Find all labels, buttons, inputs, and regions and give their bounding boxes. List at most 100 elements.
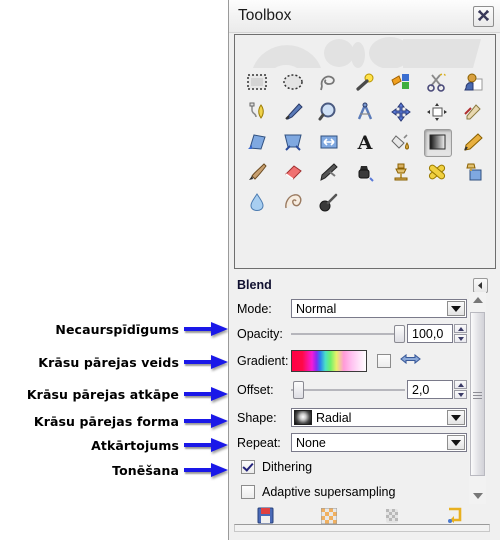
tool-palette: A: [234, 34, 496, 269]
chevron-down-icon[interactable]: [447, 301, 465, 316]
annotation-shape: Krāsu pārejas forma: [34, 412, 228, 430]
annotation-label-offset: Krāsu pārejas atkāpe: [26, 386, 179, 402]
annotation-arrow-shape: [184, 414, 228, 428]
chevron-down-icon[interactable]: [447, 410, 465, 425]
wilber-watermark-icon: [235, 35, 495, 68]
annotation-label-dithering: Tonēšana: [112, 462, 179, 478]
ellipse-select-tool[interactable]: [275, 67, 311, 97]
annotation-offset: Krāsu pārejas atkāpe: [27, 385, 228, 403]
heal-tool[interactable]: [419, 157, 455, 187]
chevron-down-icon[interactable]: [447, 435, 465, 450]
svg-text:A: A: [357, 132, 373, 152]
annotation-label-opacity: Necaurspīdīgums: [55, 321, 179, 337]
shape-value: Radial: [316, 410, 352, 425]
opacity-stepper[interactable]: [454, 324, 467, 343]
gradient-row: Gradient:: [237, 348, 467, 374]
paths-tool[interactable]: [239, 97, 275, 127]
blend-options-panel: Blend Mode: Normal Opacity: 100,0 Gradie…: [232, 276, 498, 538]
annotation-arrow-dithering: [184, 463, 228, 477]
offset-slider-thumb[interactable]: [293, 380, 304, 399]
annotation-label-repeat: Atkārtojums: [91, 437, 179, 453]
mode-combobox[interactable]: Normal: [291, 299, 467, 318]
repeat-combobox[interactable]: None: [291, 433, 467, 452]
annotation-opacity: Necaurspīdīgums: [55, 320, 228, 338]
scroll-up-arrow-icon[interactable]: [469, 292, 486, 308]
eraser-tool[interactable]: [275, 157, 311, 187]
text-tool[interactable]: A: [347, 127, 383, 157]
offset-slider[interactable]: [291, 380, 405, 399]
scrollbar-thumb[interactable]: [470, 312, 485, 476]
free-select-tool[interactable]: [311, 67, 347, 97]
reverse-arrows-icon[interactable]: [400, 352, 421, 371]
mode-value: Normal: [296, 301, 337, 316]
repeat-row: Repeat: None: [237, 432, 467, 453]
dithering-label: Dithering: [262, 460, 313, 474]
gradient-preview[interactable]: [291, 350, 367, 372]
clone-tool[interactable]: [383, 157, 419, 187]
dodge-burn-tool[interactable]: [311, 187, 347, 217]
annotation-repeat: Atkārtojums: [91, 436, 228, 454]
ink-tool[interactable]: [347, 157, 383, 187]
stepper-down-icon[interactable]: [454, 334, 467, 343]
rotate-tool[interactable]: [239, 127, 275, 157]
opacity-row: Opacity: 100,0: [237, 323, 467, 344]
color-picker-tool[interactable]: [275, 97, 311, 127]
select-by-color-tool[interactable]: [383, 67, 419, 97]
opacity-slider[interactable]: [291, 324, 405, 343]
perspective-clone-tool[interactable]: [455, 157, 491, 187]
gradient-label: Gradient:: [237, 354, 289, 368]
blur-sharpen-tool[interactable]: [239, 187, 275, 217]
screenshot-root: Necaurspīdīgums Krāsu pārejas veids Krās…: [0, 0, 500, 540]
adaptive-supersampling-checkbox[interactable]: [241, 485, 255, 499]
annotation-label-gradient: Krāsu pārejas veids: [38, 354, 179, 370]
stepper-up-icon[interactable]: [454, 324, 467, 333]
close-icon[interactable]: [473, 6, 494, 27]
adaptive-supersampling-label: Adaptive supersampling: [262, 485, 396, 499]
opacity-slider-thumb[interactable]: [394, 324, 405, 343]
zoom-tool[interactable]: [311, 97, 347, 127]
rect-select-tool[interactable]: [239, 67, 275, 97]
dithering-row[interactable]: Dithering: [241, 460, 312, 474]
measure-tool[interactable]: [347, 97, 383, 127]
stepper-up-icon[interactable]: [454, 380, 467, 389]
annotation-arrow-repeat: [184, 438, 228, 452]
opacity-label: Opacity:: [237, 326, 283, 341]
opacity-value: 100,0: [412, 326, 444, 341]
gradient-reverse-checkbox[interactable]: [377, 354, 391, 368]
fuzzy-select-tool[interactable]: [347, 67, 383, 97]
scissors-select-tool[interactable]: [419, 67, 455, 97]
window-title: Toolbox: [238, 7, 292, 24]
offset-value-field[interactable]: 2,0: [407, 380, 453, 399]
scale-tool[interactable]: [275, 127, 311, 157]
scroll-down-arrow-icon[interactable]: [469, 488, 486, 504]
collapse-left-icon[interactable]: [473, 278, 488, 293]
smudge-tool[interactable]: [275, 187, 311, 217]
move-tool[interactable]: [383, 97, 419, 127]
shape-label: Shape:: [237, 410, 277, 425]
paintbrush-tool[interactable]: [239, 157, 275, 187]
dithering-checkbox[interactable]: [241, 460, 255, 474]
panel-heading: Blend: [237, 278, 272, 292]
shear-tool[interactable]: [311, 127, 347, 157]
annotation-label-shape: Krāsu pārejas forma: [33, 413, 179, 429]
offset-value: 2,0: [412, 382, 430, 397]
adaptive-supersampling-row[interactable]: Adaptive supersampling: [241, 485, 395, 499]
align-tool[interactable]: [419, 97, 455, 127]
panel-bottom-divider: [234, 524, 490, 532]
mode-row: Mode: Normal: [237, 298, 467, 319]
opacity-value-field[interactable]: 100,0: [407, 324, 453, 343]
options-scrollbar[interactable]: [469, 292, 486, 504]
shape-row: Shape: Radial: [237, 407, 467, 428]
shape-combobox[interactable]: Radial: [291, 408, 467, 427]
offset-stepper[interactable]: [454, 380, 467, 399]
bucket-fill-tool[interactable]: [383, 127, 419, 157]
blend-tool[interactable]: [419, 127, 455, 157]
annotation-arrow-opacity: [184, 322, 228, 336]
foreground-select-tool[interactable]: [455, 67, 491, 97]
airbrush-tool[interactable]: [311, 157, 347, 187]
crop-tool[interactable]: [455, 97, 491, 127]
annotation-arrow-gradient: [184, 355, 228, 369]
pencil-tool[interactable]: [455, 127, 491, 157]
stepper-down-icon[interactable]: [454, 390, 467, 399]
repeat-value: None: [296, 435, 326, 450]
